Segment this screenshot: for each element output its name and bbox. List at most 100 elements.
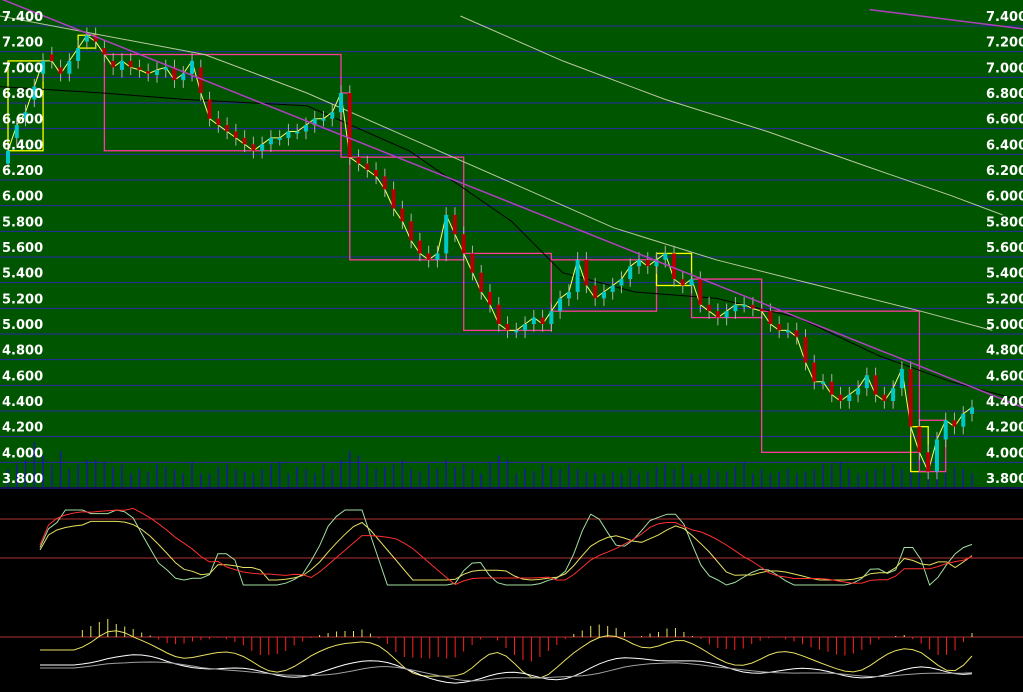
candle-body	[207, 99, 212, 119]
candle-body	[277, 137, 282, 140]
candle-body	[111, 60, 116, 68]
candle-body	[707, 304, 712, 312]
candle-body	[584, 259, 589, 286]
y-tick-label-right: 5.800	[986, 215, 1023, 230]
candle-body	[49, 54, 54, 61]
candle-body	[137, 67, 142, 70]
y-tick-label-right: 6.600	[986, 113, 1023, 128]
candle-body	[908, 368, 913, 427]
y-tick-label-left: 5.800	[2, 215, 43, 230]
candle-body	[610, 285, 615, 292]
y-tick-label-right: 5.200	[986, 292, 1023, 307]
y-tick-label-left: 4.000	[2, 446, 43, 461]
candle-body	[838, 394, 843, 401]
candle-body	[146, 71, 151, 74]
y-tick-label-left: 7.200	[2, 36, 43, 51]
candle-body	[733, 304, 738, 312]
candle-body	[759, 308, 764, 312]
candle-body	[163, 67, 168, 70]
candle-body	[750, 304, 755, 309]
candle-body	[84, 35, 89, 42]
candle-body	[636, 259, 641, 267]
y-tick-label-left: 5.600	[2, 241, 43, 256]
candle-body	[777, 324, 782, 331]
candle-body	[934, 439, 939, 472]
candle-body	[873, 375, 878, 395]
candle-body	[785, 330, 790, 333]
candle-body	[882, 394, 887, 401]
candle-body	[382, 176, 387, 190]
candle-body	[417, 240, 422, 254]
candle-body	[286, 131, 291, 138]
y-tick-label-left: 4.800	[2, 344, 43, 359]
candle-body	[461, 234, 466, 254]
y-tick-label-right: 4.600	[986, 369, 1023, 384]
y-tick-label-left: 6.000	[2, 190, 43, 205]
candle-body	[190, 60, 195, 74]
candle-body	[216, 118, 221, 126]
candle-body	[76, 48, 81, 61]
candle-body	[724, 311, 729, 318]
candle-body	[549, 311, 554, 324]
candle-body	[119, 60, 124, 70]
candle-body	[952, 420, 957, 427]
y-tick-label-right: 7.400	[986, 10, 1023, 25]
candle-body	[356, 157, 361, 164]
candle-body	[225, 125, 230, 132]
candle-body	[926, 452, 931, 472]
candle-body	[742, 304, 747, 307]
candle-body	[619, 279, 624, 286]
candle-body	[426, 253, 431, 260]
candle-body	[531, 317, 536, 324]
candle-body	[593, 285, 598, 299]
candle-body	[409, 221, 414, 241]
candle-body	[505, 324, 510, 331]
y-tick-label-right: 6.400	[986, 138, 1023, 153]
candle-body	[847, 394, 852, 401]
candle-body	[154, 69, 159, 76]
candle-body	[523, 324, 528, 331]
candle-body	[330, 112, 335, 119]
y-tick-label-left: 3.800	[2, 472, 43, 487]
candle-body	[260, 144, 265, 151]
y-tick-label-left: 4.200	[2, 421, 43, 436]
candle-body	[794, 330, 799, 337]
candle-body	[856, 388, 861, 395]
y-tick-label-left: 5.000	[2, 318, 43, 333]
chart-canvas[interactable]: 7.400 7.200 7.000 6.800 6.600 6.400 6.200 6.000…	[0, 0, 1023, 688]
y-tick-label-right: 6.800	[986, 87, 1023, 102]
candle-body	[672, 253, 677, 280]
y-tick-label-left: 4.600	[2, 369, 43, 384]
candle-body	[295, 131, 300, 134]
stock-chart[interactable]: 7.400 7.200 7.000 6.800 6.600 6.400 6.200 6.000…	[0, 0, 1023, 688]
y-tick-label-right: 4.800	[986, 344, 1023, 359]
candle-body	[864, 375, 869, 389]
candle-body	[303, 125, 308, 132]
candle-body	[242, 137, 247, 145]
candle-body	[128, 60, 133, 68]
candle-body	[768, 311, 773, 324]
candle-body	[663, 253, 668, 260]
candle-body	[435, 253, 440, 260]
y-tick-label-right: 5.400	[986, 267, 1023, 282]
y-tick-label-right: 6.200	[986, 164, 1023, 179]
candle-body	[488, 291, 492, 305]
candle-body	[400, 208, 405, 222]
y-tick-label-left: 5.400	[2, 267, 43, 282]
candle-body	[566, 291, 571, 299]
y-tick-label-left: 6.600	[2, 113, 43, 128]
y-tick-label-left: 6.200	[2, 164, 43, 179]
candle-body	[514, 330, 519, 333]
candle-body	[268, 137, 273, 145]
candle-body	[645, 259, 650, 267]
candle-body	[391, 189, 396, 209]
candle-body	[321, 118, 326, 121]
candle-body	[829, 381, 834, 395]
y-tick-label-left: 4.400	[2, 395, 43, 410]
y-tick-label-right: 4.400	[986, 395, 1023, 410]
candle-body	[575, 259, 580, 292]
candle-body	[452, 214, 457, 235]
candle-body	[365, 163, 370, 170]
candle-body	[970, 407, 974, 414]
candle-body	[558, 298, 563, 312]
